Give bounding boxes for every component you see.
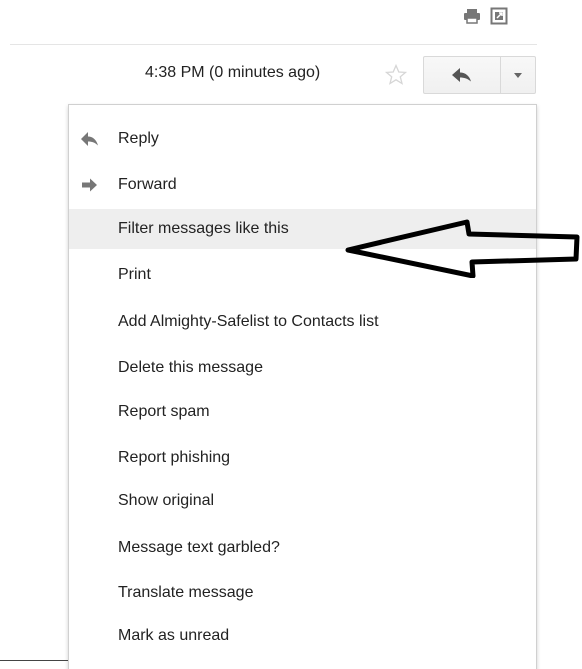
menu-item-label: Mark as unread [118,627,230,644]
star-icon[interactable] [385,64,407,86]
menu-item-show-original[interactable]: Show original [69,481,536,521]
more-options-menu: Reply Forward Filter messages like this … [68,104,537,669]
menu-item-label: Print [118,266,151,283]
menu-item-label: Report spam [118,403,210,420]
menu-item-label: Add Almighty-Safelist to Contacts list [118,313,379,330]
menu-item-message-text-garbled[interactable]: Message text garbled? [69,528,536,568]
menu-item-add-to-contacts[interactable]: Add Almighty-Safelist to Contacts list [69,302,536,342]
reply-arrow-icon [452,68,471,82]
reply-button-group [423,56,536,94]
email-view: 4:38 PM (0 minutes ago) Reply Forward Fi… [0,0,582,669]
menu-item-reply[interactable]: Reply [69,119,536,159]
callout-arrow-icon [345,219,580,278]
menu-item-label: Report phishing [118,449,231,466]
menu-item-label: Translate message [118,584,254,601]
new-window-icon[interactable] [490,7,508,25]
menu-item-translate-message[interactable]: Translate message [69,573,536,613]
menu-item-report-spam[interactable]: Report spam [69,392,536,432]
more-options-button[interactable] [501,56,536,94]
menu-item-forward[interactable]: Forward [69,165,536,205]
menu-item-label: Message text garbled? [118,539,280,556]
top-toolbar [463,7,508,25]
reply-button[interactable] [423,56,501,94]
menu-item-label: Delete this message [118,359,263,376]
menu-item-delete-message[interactable]: Delete this message [69,348,536,388]
menu-item-label: Forward [118,176,177,193]
menu-item-label: Show original [118,492,215,509]
menu-item-report-phishing[interactable]: Report phishing [69,438,536,478]
print-icon[interactable] [463,7,481,25]
menu-item-label: Reply [118,130,159,147]
header-divider [10,44,537,45]
background-divider [0,660,68,661]
menu-item-mark-as-unread[interactable]: Mark as unread [69,616,536,656]
forward-arrow-icon [82,178,97,192]
reply-arrow-icon [81,132,98,146]
message-timestamp: 4:38 PM (0 minutes ago) [145,64,321,81]
dropdown-caret-icon [514,72,522,78]
menu-item-label: Filter messages like this [118,220,289,237]
